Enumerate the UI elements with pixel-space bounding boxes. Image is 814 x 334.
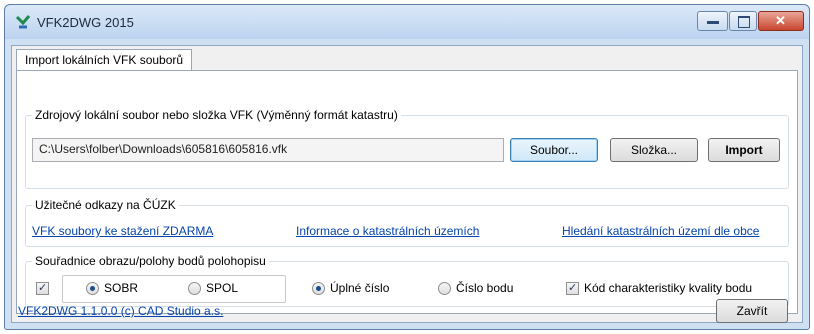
minimize-button[interactable] <box>697 11 728 31</box>
maximize-button[interactable] <box>729 11 757 31</box>
window-title: VFK2DWG 2015 <box>37 15 134 30</box>
checkmark-icon: ✓ <box>568 282 578 294</box>
link-vfk-download[interactable]: VFK soubory ke stažení ZDARMA <box>32 224 213 238</box>
source-group-legend: Zdrojový lokální soubor nebo složka VFK … <box>32 107 401 123</box>
file-button[interactable]: Soubor... <box>510 138 598 162</box>
source-path-field[interactable]: C:\Users\folber\Downloads\605816\605816.… <box>32 138 504 162</box>
checkmark-icon: ✓ <box>38 282 48 294</box>
version-link[interactable]: VFK2DWG 1.1.0.0 (c) CAD Studio a.s. <box>18 304 223 318</box>
minimize-icon <box>707 21 719 24</box>
coords-enable-checkbox[interactable]: ✓ <box>36 282 49 295</box>
radio-spol-label: SPOL <box>206 281 239 295</box>
radio-sobr[interactable] <box>86 282 99 295</box>
folder-button[interactable]: Složka... <box>610 138 698 162</box>
quality-code-label: Kód charakteristiky kvality bodu <box>584 281 753 295</box>
radio-spol[interactable] <box>188 282 201 295</box>
link-cadastral-search[interactable]: Hledání katastrálních území dle obce <box>562 224 759 238</box>
close-icon: ✕ <box>775 13 786 28</box>
maximize-icon <box>738 16 750 28</box>
quality-code-checkbox[interactable]: ✓ <box>566 282 579 295</box>
tab-panel: Zdrojový lokální soubor nebo složka VFK … <box>16 70 798 314</box>
source-group: Zdrojový lokální soubor nebo složka VFK … <box>25 107 789 189</box>
coords-group: Souřadnice obrazu/polohy bodů polohopisu… <box>25 253 789 307</box>
dialog-client: Import lokálních VFK souborů Zdrojový lo… <box>11 45 803 323</box>
links-group: Užitečné odkazy na ČÚZK VFK soubory ke s… <box>25 197 789 247</box>
import-button[interactable]: Import <box>708 138 780 162</box>
close-window-button[interactable]: ✕ <box>758 11 804 31</box>
radio-point-number-label: Číslo bodu <box>456 281 514 295</box>
close-button[interactable]: Zavřít <box>716 299 788 323</box>
radio-point-number[interactable] <box>438 282 451 295</box>
main-window: VFK2DWG 2015 ✕ Import lokálních VFK soub… <box>4 4 810 330</box>
coords-group-legend: Souřadnice obrazu/polohy bodů polohopisu <box>32 253 269 269</box>
title-bar[interactable]: VFK2DWG 2015 ✕ <box>5 5 809 39</box>
tab-import[interactable]: Import lokálních VFK souborů <box>16 49 193 71</box>
link-cadastral-info[interactable]: Informace o katastrálních územích <box>296 224 479 238</box>
app-icon <box>15 15 31 29</box>
radio-full-number-label: Úplné číslo <box>330 281 390 295</box>
radio-full-number[interactable] <box>312 282 325 295</box>
radio-sobr-label: SOBR <box>104 281 139 295</box>
links-group-legend: Užitečné odkazy na ČÚZK <box>32 197 179 213</box>
